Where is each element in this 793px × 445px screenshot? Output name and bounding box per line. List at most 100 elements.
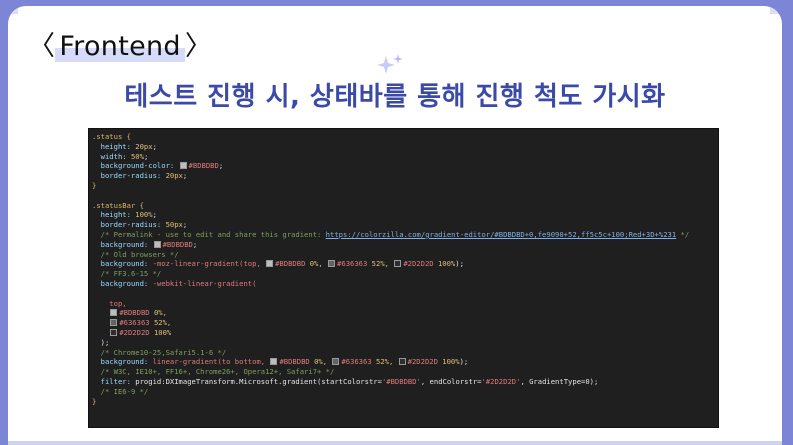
- code-token: #636363: [337, 259, 372, 269]
- code-token: #2D2D2D: [403, 259, 438, 269]
- code-token: 52%,: [153, 318, 172, 328]
- code-token: ;: [152, 141, 157, 151]
- color-swatch: [179, 162, 187, 170]
- code-line: border-radius: 20px;: [92, 171, 718, 181]
- code-token: '#2D2D2D': [481, 376, 521, 386]
- code-token: height:: [92, 210, 136, 220]
- code-line: background: linear-gradient(to bottom, #…: [92, 357, 718, 367]
- color-swatch: [328, 260, 336, 268]
- code-token: #636363: [341, 357, 376, 367]
- bracket-right: 〉: [184, 31, 213, 62]
- code-token: #BDBDBD: [279, 357, 315, 367]
- code-line: filter: progid:DXImageTransform.Microsof…: [92, 377, 718, 387]
- color-swatch: [110, 319, 118, 327]
- color-swatch: [394, 260, 402, 268]
- code-token: /* FF3.6-15 */: [92, 269, 162, 279]
- code-token: }: [92, 396, 97, 406]
- code-token: 50%: [130, 151, 144, 161]
- code-token: border-radius:: [92, 220, 166, 230]
- code-token: /* W3C, IE10+, FF16+, Chrome26+, Opera12…: [92, 367, 335, 377]
- code-token: background:: [92, 357, 153, 367]
- code-line: /* Chrome10-25,Safari5.1-6 */: [92, 348, 718, 358]
- code-line: background: #BDBDBD;: [92, 240, 718, 250]
- slide-corner-decoration: [770, 6, 782, 14]
- code-token: background:: [92, 239, 153, 249]
- code-line: .status {: [92, 132, 718, 142]
- code-token: 100%: [135, 210, 153, 220]
- code-line: }: [92, 397, 718, 407]
- code-token: );: [455, 259, 464, 269]
- code-line: border-radius: 50px;: [92, 220, 718, 230]
- slide-title: 테스트 진행 시, 상태바를 통해 진행 척도 가시화: [124, 82, 666, 112]
- slide: 〈 Frontend 〉 테스트 진행 시, 상태바를 통해 진행 척도 가시화 .…: [8, 6, 782, 445]
- code-line: }: [92, 181, 718, 191]
- section-label: Frontend: [55, 31, 185, 62]
- color-swatch: [110, 328, 118, 336]
- code-token: #2D2D2D: [119, 327, 154, 337]
- code-token: }: [92, 180, 97, 190]
- bracket-left: 〈: [28, 31, 56, 62]
- code-token: 100%: [442, 357, 460, 367]
- code-token: 20px: [165, 171, 183, 181]
- bottom-strip: [8, 441, 782, 445]
- code-token: -webkit-linear-gradient(: [152, 278, 257, 288]
- code-line: width: 50%;: [92, 152, 718, 162]
- code-token: /* Permalink - use to edit and share thi…: [92, 229, 326, 239]
- color-swatch: [110, 309, 118, 317]
- code-token: linear-gradient(to bottom,: [152, 357, 270, 367]
- code-line: #BDBDBD 0%,: [92, 308, 718, 318]
- code-line: #636363 52%,: [92, 318, 718, 328]
- code-token: /* Old browsers */: [92, 249, 179, 259]
- code-token: '#BDBDBD': [381, 376, 421, 386]
- code-token: ;: [143, 151, 149, 161]
- code-token: 50px: [165, 220, 183, 230]
- code-token: 0%,: [314, 357, 332, 367]
- code-token: https://colorzilla.com/gradient-editor/#…: [325, 229, 677, 239]
- code-line: height: 20px;: [92, 142, 718, 152]
- code-token: filter:: [92, 376, 136, 386]
- slide-corner-decoration: [8, 6, 18, 14]
- code-token: */: [676, 229, 690, 239]
- code-line: top,: [92, 299, 718, 309]
- code-token: ;: [192, 239, 198, 249]
- code-token: ;: [182, 171, 188, 181]
- code-line: );: [92, 338, 718, 348]
- code-block: .status { height: 20px; width: 50%; back…: [88, 128, 719, 428]
- code-token: height:: [92, 141, 136, 151]
- code-token: /* IE6-9 */: [92, 386, 149, 396]
- code-token: );: [92, 337, 110, 347]
- code-line: background: -webkit-linear-gradient(: [92, 279, 718, 289]
- code-token: .status {: [92, 132, 131, 141]
- code-line: /* W3C, IE10+, FF16+, Chrome26+, Opera12…: [92, 367, 718, 377]
- code-token: /* Chrome10-25,Safari5.1-6 */: [92, 347, 227, 357]
- code-line: /* IE6-9 */: [92, 387, 718, 397]
- code-token: background:: [92, 259, 153, 269]
- code-token: #636363: [119, 318, 154, 328]
- code-token: );: [459, 357, 469, 367]
- code-token: background-color:: [92, 161, 179, 171]
- code-line: height: 100%;: [92, 210, 718, 220]
- code-token: ;: [152, 210, 157, 220]
- code-token: ;: [182, 220, 188, 230]
- code-token: #BDBDBD: [119, 308, 154, 318]
- code-token: 100%: [153, 327, 172, 337]
- code-token: 0%,: [309, 259, 328, 269]
- code-token: 0%,: [153, 308, 167, 318]
- code-token: progid:DXImageTransform.Microsoft.gradie…: [135, 376, 382, 386]
- code-token: , GradientType=0);: [520, 376, 599, 386]
- code-token: #BDBDBD: [275, 259, 310, 269]
- code-line: /* Permalink - use to edit and share thi…: [92, 230, 718, 240]
- color-swatch: [266, 260, 274, 268]
- color-swatch: [153, 240, 161, 248]
- code-token: #BDBDBD: [162, 239, 193, 249]
- code-token: background:: [92, 278, 153, 288]
- code-line: .statusBar {: [92, 201, 718, 211]
- code-line: /* FF3.6-15 */: [92, 269, 718, 279]
- code-token: width:: [92, 151, 131, 161]
- code-line: /* Old browsers */: [92, 250, 718, 260]
- code-line: background: -moz-linear-gradient(top, #B…: [92, 259, 718, 269]
